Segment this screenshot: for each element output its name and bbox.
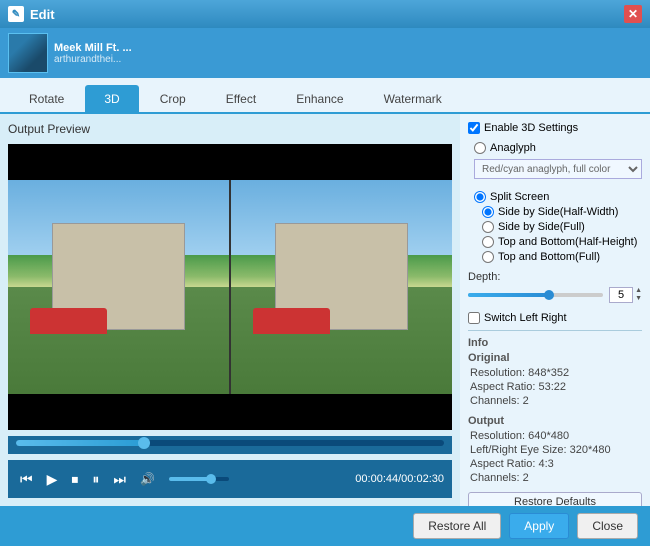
info-heading: Info (468, 337, 642, 349)
top-full-label: Top and Bottom(Full) (498, 251, 600, 263)
anaglyph-label: Anaglyph (490, 142, 536, 154)
track-subtitle: arthurandthei... (54, 54, 642, 65)
track-thumbnail (8, 33, 48, 73)
out-eye-size: Left/Right Eye Size: 320*480 (468, 444, 642, 456)
skip-forward-button[interactable]: ⏭ (109, 469, 130, 490)
volume-knob[interactable] (206, 474, 216, 484)
anaglyph-radio[interactable] (474, 142, 486, 154)
output-section: Output Resolution: 640*480 Left/Right Ey… (468, 415, 642, 484)
tab-3d[interactable]: 3D (85, 85, 138, 112)
split-screen-label: Split Screen (490, 191, 549, 203)
restore-defaults-button[interactable]: Restore Defaults (468, 492, 642, 506)
anaglyph-row: Anaglyph (468, 142, 642, 154)
tab-crop[interactable]: Crop (141, 85, 205, 112)
switch-left-right-label: Switch Left Right (484, 312, 567, 324)
depth-value[interactable]: 5 (609, 287, 633, 303)
depth-down-button[interactable]: ▼ (635, 295, 642, 303)
depth-fill (468, 293, 549, 297)
close-button[interactable]: Close (577, 513, 638, 539)
progress-area[interactable] (8, 436, 452, 454)
progress-fill (16, 440, 144, 446)
track-title: Meek Mill Ft. ... (54, 42, 642, 54)
orig-aspect: Aspect Ratio: 53:22 (468, 381, 642, 393)
main-content: Output Preview (0, 114, 650, 506)
video-preview (8, 144, 452, 430)
preview-label: Output Preview (8, 122, 452, 136)
tab-watermark[interactable]: Watermark (365, 85, 461, 112)
depth-number: 5 ▲ ▼ (609, 287, 642, 304)
left-panel: Output Preview (0, 114, 460, 506)
apply-button[interactable]: Apply (509, 513, 569, 539)
side-full-label: Side by Side(Full) (498, 221, 585, 233)
depth-label: Depth: (468, 271, 642, 283)
tab-bar: Rotate 3D Crop Effect Enhance Watermark (0, 78, 650, 114)
bottom-bar: Restore All Apply Close (0, 506, 650, 546)
volume-track[interactable] (169, 477, 229, 481)
orig-resolution: Resolution: 848*352 (468, 367, 642, 379)
tab-effect[interactable]: Effect (207, 85, 275, 112)
video-frame (8, 180, 452, 395)
original-heading: Original (468, 352, 642, 364)
depth-track[interactable] (468, 293, 603, 297)
depth-section: Depth: 5 ▲ ▼ (468, 271, 642, 304)
divider-1 (468, 330, 642, 331)
restore-all-button[interactable]: Restore All (413, 513, 501, 539)
enable-3d-label: Enable 3D Settings (484, 122, 578, 134)
depth-knob[interactable] (544, 290, 554, 300)
out-aspect: Aspect Ratio: 4:3 (468, 458, 642, 470)
depth-row: 5 ▲ ▼ (468, 287, 642, 304)
output-heading: Output (468, 415, 642, 427)
top-full-row: Top and Bottom(Full) (468, 251, 642, 263)
out-resolution: Resolution: 640*480 (468, 430, 642, 442)
close-window-button[interactable]: ✕ (624, 5, 642, 23)
volume-fill (169, 477, 211, 481)
top-full-radio[interactable] (482, 251, 494, 263)
title-bar: ✎ Edit ✕ (0, 0, 650, 28)
controls-area: ⏮ ▶ ⏹ ⏸ ⏭ 🔊 00:00:44/00:02:30 (8, 460, 452, 498)
split-screen-section: Split Screen Side by Side(Half-Width) Si… (468, 191, 642, 263)
volume-icon: 🔊 (136, 470, 159, 488)
side-half-radio[interactable] (482, 206, 494, 218)
play-button[interactable]: ▶ (43, 469, 62, 490)
top-half-radio[interactable] (482, 236, 494, 248)
switch-left-right-checkbox[interactable] (468, 312, 480, 324)
split-screen-row: Split Screen (468, 191, 642, 203)
app-icon: ✎ (8, 6, 24, 22)
side-half-row: Side by Side(Half-Width) (468, 206, 642, 218)
side-full-row: Side by Side(Full) (468, 221, 642, 233)
info-section: Info Original Resolution: 848*352 Aspect… (468, 337, 642, 407)
side-half-label: Side by Side(Half-Width) (498, 206, 618, 218)
progress-track[interactable] (16, 440, 444, 446)
enable-3d-checkbox[interactable] (468, 122, 480, 134)
video-inner (8, 144, 452, 430)
depth-up-button[interactable]: ▲ (635, 287, 642, 295)
video-right-half (231, 180, 452, 395)
tab-rotate[interactable]: Rotate (10, 85, 83, 112)
out-channels: Channels: 2 (468, 472, 642, 484)
progress-knob[interactable] (138, 437, 150, 449)
skip-back-button[interactable]: ⏮ (16, 469, 37, 490)
top-half-label: Top and Bottom(Half-Height) (498, 236, 637, 248)
pause-button[interactable]: ⏸ (88, 469, 103, 490)
depth-arrows: ▲ ▼ (635, 287, 642, 304)
time-display: 00:00:44/00:02:30 (355, 473, 444, 485)
side-full-radio[interactable] (482, 221, 494, 233)
right-panel: Enable 3D Settings Anaglyph Red/cyan ana… (460, 114, 650, 506)
anaglyph-select[interactable]: Red/cyan anaglyph, full color (474, 159, 642, 179)
enable-3d-row: Enable 3D Settings (468, 122, 642, 134)
stop-button[interactable]: ⏹ (67, 469, 82, 490)
switch-left-right-row: Switch Left Right (468, 312, 642, 324)
orig-channels: Channels: 2 (468, 395, 642, 407)
track-info: Meek Mill Ft. ... arthurandthei... (54, 42, 642, 65)
track-area: Meek Mill Ft. ... arthurandthei... (0, 28, 650, 78)
video-left-half (8, 180, 229, 395)
tab-enhance[interactable]: Enhance (277, 85, 362, 112)
window-title: Edit (30, 7, 624, 22)
anaglyph-section: Anaglyph Red/cyan anaglyph, full color (468, 142, 642, 183)
enable-3d-section: Enable 3D Settings (468, 122, 642, 134)
top-half-row: Top and Bottom(Half-Height) (468, 236, 642, 248)
split-screen-radio[interactable] (474, 191, 486, 203)
